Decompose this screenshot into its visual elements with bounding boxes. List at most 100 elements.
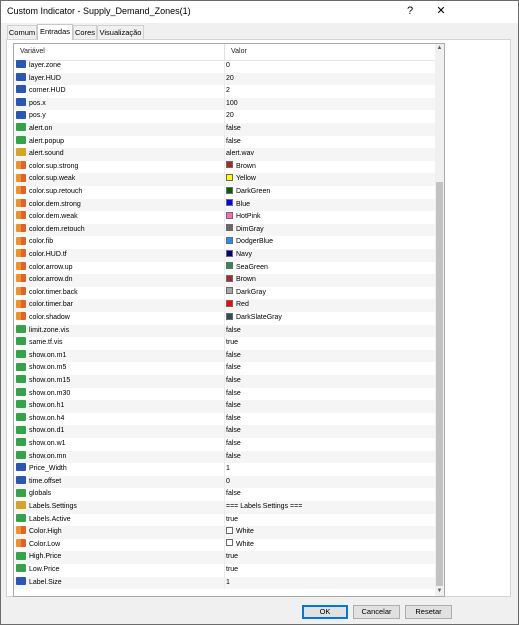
grid-row[interactable]: show.on.m5 false [14,362,436,375]
grid-row[interactable]: color.sup.strong Brown [14,160,436,174]
grid-row[interactable]: corner.HUD 2 [14,85,436,98]
vertical-scrollbar[interactable]: ▲ ▼ [435,44,444,596]
grid-row[interactable]: time.offset 0 [14,475,436,489]
value-cell[interactable]: false [226,438,431,451]
grid-row[interactable]: color.shadow DarkSlateGray [14,312,436,325]
value-cell[interactable]: 20 [226,73,431,86]
value-cell[interactable]: DimGray [226,224,431,237]
value-cell[interactable]: SeaGreen [226,262,431,275]
grid-row[interactable]: limit.zone.vis false [14,324,436,338]
value-cell[interactable]: false [226,413,431,426]
reset-button[interactable]: Resetar [405,605,452,619]
value-cell[interactable]: false [226,123,431,136]
grid-row[interactable]: color.sup.weak Yellow [14,173,436,186]
value-cell[interactable]: 0 [226,60,431,73]
grid-row[interactable]: color.timer.back DarkGray [14,286,436,300]
value-cell[interactable]: White [226,526,431,539]
tab-visualizacao[interactable]: Visualização [97,25,144,39]
scroll-thumb[interactable] [436,182,443,586]
grid-row[interactable]: Color.High White [14,526,436,539]
value-cell[interactable]: 1 [226,577,431,590]
grid-row[interactable]: show.on.m15 false [14,375,436,388]
grid-row[interactable]: color.dem.weak HotPink [14,211,436,224]
ok-button[interactable]: OK [302,605,348,619]
value-cell[interactable]: false [226,362,431,375]
cancel-button[interactable]: Cancelar [353,605,400,619]
grid-row[interactable]: color.sup.retouch DarkGreen [14,186,436,199]
variable-cell: color.dem.retouch [16,223,222,237]
grid-row[interactable]: layer.zone 0 [14,60,436,73]
grid-row[interactable]: alert.sound alert.wav [14,148,436,161]
value-cell[interactable]: 1 [226,463,431,476]
grid-row[interactable]: alert.popup false [14,135,436,149]
grid-row[interactable]: show.on.mn false [14,450,436,464]
grid-row[interactable]: pos.y 20 [14,110,436,123]
grid-row[interactable]: color.fib DodgerBlue [14,236,436,249]
grid-row[interactable]: globals false [14,488,436,501]
scroll-up-icon[interactable]: ▲ [435,44,444,53]
value-cell[interactable]: false [226,488,431,501]
grid-row[interactable]: color.timer.bar Red [14,299,436,312]
value-cell[interactable]: false [226,136,431,149]
value-cell[interactable]: Yellow [226,173,431,186]
value-cell[interactable]: 2 [226,85,431,98]
value-cell[interactable]: Brown [226,274,431,287]
grid-row[interactable]: Labels.Active true [14,513,436,527]
value-cell[interactable]: DodgerBlue [226,236,431,249]
value-cell[interactable]: 20 [226,110,431,123]
grid-row[interactable]: show.on.d1 false [14,425,436,438]
grid-row[interactable]: color.dem.retouch DimGray [14,223,436,237]
value-cell[interactable]: Blue [226,199,431,212]
value-cell[interactable]: true [226,337,431,350]
column-header-value[interactable]: Valor [225,44,247,60]
column-header-variable[interactable]: Variável [14,44,45,60]
value-cell[interactable]: DarkSlateGray [226,312,431,325]
help-button[interactable]: ? [403,4,417,18]
grid-row[interactable]: Color.Low White [14,538,436,552]
grid-row[interactable]: show.on.m1 false [14,349,436,363]
value-cell[interactable]: HotPink [226,211,431,224]
grid-row[interactable]: color.HUD.tf Navy [14,249,436,262]
close-button[interactable]: ✕ [434,4,448,18]
value-cell[interactable]: false [226,375,431,388]
grid-row[interactable]: show.on.h1 false [14,400,436,413]
value-cell[interactable]: true [226,564,431,577]
grid-row[interactable]: High.Price true [14,551,436,564]
value-cell[interactable]: false [226,425,431,438]
value-cell[interactable]: Brown [226,161,431,174]
value-cell[interactable]: true [226,551,431,564]
grid-row[interactable]: Labels.Settings === Labels Settings === [14,501,436,514]
grid-row[interactable]: color.arrow.dn Brown [14,274,436,287]
value-cell[interactable]: Navy [226,249,431,262]
value-cell[interactable]: false [226,400,431,413]
value-cell[interactable]: false [226,325,431,338]
grid-row[interactable]: layer.HUD 20 [14,72,436,86]
value-cell[interactable]: false [226,350,431,363]
tab-entradas[interactable]: Entradas [37,24,73,40]
grid-row[interactable]: same.tf.vis true [14,337,436,350]
grid-row[interactable]: Price_Width 1 [14,463,436,476]
value-cell[interactable]: true [226,514,431,527]
grid-row[interactable]: alert.on false [14,123,436,136]
grid-row[interactable]: Label.Size 1 [14,576,436,590]
grid-row[interactable]: show.on.m30 false [14,387,436,401]
tab-comum[interactable]: Comum [7,25,37,39]
grid-row[interactable]: show.on.h4 false [14,412,436,426]
grid-row[interactable]: pos.x 100 [14,97,436,111]
value-cell[interactable]: DarkGreen [226,186,431,199]
value-cell[interactable]: White [226,539,431,552]
value-cell[interactable]: 0 [226,476,431,489]
value-cell[interactable]: alert.wav [226,148,431,161]
grid-row[interactable]: color.dem.strong Blue [14,198,436,212]
tab-cores[interactable]: Cores [73,25,97,39]
value-cell[interactable]: DarkGray [226,287,431,300]
scroll-down-icon[interactable]: ▼ [435,587,444,596]
value-cell[interactable]: 100 [226,98,431,111]
value-cell[interactable]: false [226,388,431,401]
value-cell[interactable]: false [226,451,431,464]
value-cell[interactable]: Red [226,299,431,312]
grid-row[interactable]: show.on.w1 false [14,438,436,451]
value-cell[interactable]: === Labels Settings === [226,501,431,514]
grid-row[interactable]: Low.Price true [14,564,436,577]
grid-row[interactable]: color.arrow.up SeaGreen [14,261,436,275]
